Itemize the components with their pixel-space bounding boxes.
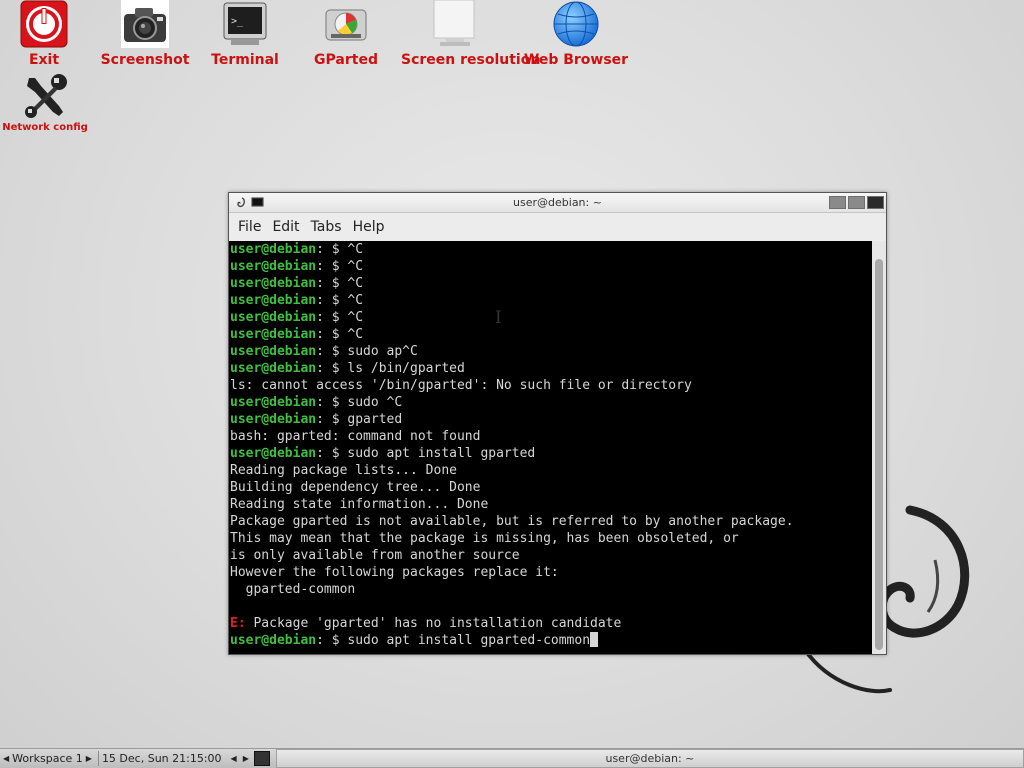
- menu-help[interactable]: Help: [348, 219, 391, 235]
- command-text: : $ sudo apt install gparted-common: [316, 633, 591, 648]
- terminal-line: bash: gparted: command not found: [230, 429, 481, 444]
- prompt-user: user@debian: [230, 412, 317, 427]
- prompt-user: user@debian: [230, 361, 317, 376]
- menu-file[interactable]: File: [233, 219, 267, 235]
- terminal-line: This may mean that the package is missin…: [230, 531, 739, 546]
- desktop-icon-network-config[interactable]: Network config: [0, 72, 100, 133]
- desktop-icon-terminal[interactable]: >_ Terminal: [190, 0, 300, 68]
- terminal-line: user@debian: $ ^C: [230, 258, 872, 275]
- minimize-button[interactable]: [829, 196, 846, 209]
- desktop-icon-exit[interactable]: Exit: [0, 0, 99, 68]
- terminal-line: user@debian: $ ^C: [230, 309, 872, 326]
- camera-icon: [121, 0, 169, 48]
- desktop-icon-label: Screen resolution: [401, 52, 541, 68]
- prompt-user: user@debian: [230, 259, 317, 274]
- menu-tabs[interactable]: Tabs: [306, 219, 348, 235]
- command-text: : $ ^C: [316, 310, 364, 325]
- maximize-button[interactable]: [848, 196, 865, 209]
- prompt-user: user@debian: [230, 276, 317, 291]
- terminal-line: Package gparted is not available, but is…: [230, 514, 794, 529]
- desktop-icon-label: Screenshot: [100, 52, 190, 68]
- clock[interactable]: 15 Dec, Sun 21:15:00: [102, 752, 222, 765]
- workspace-prev-arrow-icon[interactable]: ◀: [0, 754, 12, 763]
- prompt-user: user@debian: [230, 344, 317, 359]
- command-text: : $ ^C: [316, 293, 364, 308]
- terminal-output[interactable]: user@debian: $ ^C user@debian: $ ^C user@d…: [229, 241, 872, 654]
- desktop-icon-label: Network config: [2, 122, 88, 133]
- desktop-icon-label: Terminal: [211, 52, 279, 68]
- desktop-icon-label: GParted: [314, 52, 378, 68]
- command-text: : $ ^C: [316, 276, 364, 291]
- menu-bar: File Edit Tabs Help: [229, 213, 886, 242]
- prompt-user: user@debian: [230, 633, 317, 648]
- prompt-user: user@debian: [230, 293, 317, 308]
- terminal-line: gparted-common: [230, 582, 356, 597]
- prompt-user: user@debian: [230, 242, 317, 257]
- terminal-line: user@debian: $ ^C: [230, 292, 872, 309]
- terminal-line: user@debian: $ gparted: [230, 411, 872, 428]
- clock-prev-arrow-icon[interactable]: ◀: [228, 754, 240, 763]
- prompt-user: user@debian: [230, 446, 317, 461]
- menu-edit[interactable]: Edit: [267, 219, 305, 235]
- terminal-line: Reading state information... Done: [230, 497, 489, 512]
- desktop-icon-screenshot[interactable]: Screenshot: [90, 0, 200, 68]
- command-text: : $ ^C: [316, 259, 364, 274]
- terminal-line: user@debian: $ ls /bin/gparted: [230, 360, 872, 377]
- terminal-line: user@debian: $ sudo ap^C: [230, 343, 872, 360]
- command-text: : $ sudo ap^C: [316, 344, 418, 359]
- desktop-icon-label: Exit: [28, 52, 60, 68]
- prompt-user: user@debian: [230, 310, 317, 325]
- window-titlebar[interactable]: user@debian: ~: [229, 193, 886, 213]
- terminal-line: ls: cannot access '/bin/gparted': No suc…: [230, 378, 692, 393]
- monitor-icon: [432, 0, 480, 48]
- terminal-window[interactable]: user@debian: ~ File Edit Tabs Help user@…: [228, 192, 887, 655]
- taskbar-separator: [97, 751, 99, 766]
- prompt-user: user@debian: [230, 327, 317, 342]
- terminal-line: user@debian: $ ^C: [230, 326, 872, 343]
- desktop-icon-label: Web Browser: [523, 52, 629, 68]
- terminal-line: user@debian: $ sudo ^C: [230, 394, 872, 411]
- command-text: : $ ^C: [316, 242, 364, 257]
- desktop-icon-gparted[interactable]: GParted: [291, 0, 401, 68]
- terminal-line: is only available from another source: [230, 548, 520, 563]
- terminal-line: However the following packages replace i…: [230, 565, 559, 580]
- window-title: user@debian: ~: [513, 196, 602, 209]
- taskbar-terminal-icon[interactable]: [253, 751, 270, 766]
- terminal-scrollbar[interactable]: [872, 241, 886, 654]
- desktop-icon-screen-resolution[interactable]: Screen resolution: [401, 0, 541, 68]
- terminal-line: user@debian: $ sudo apt install gparted-…: [230, 632, 872, 649]
- error-text: Package 'gparted' has no installation ca…: [245, 616, 622, 631]
- workspace-next-arrow-icon[interactable]: ▶: [83, 754, 95, 763]
- terminal-line: user@debian: $ ^C: [230, 241, 872, 258]
- command-text: : $ ls /bin/gparted: [316, 361, 465, 376]
- desktop-icon-web-browser[interactable]: Web Browser: [521, 0, 631, 68]
- scrollbar-thumb[interactable]: [875, 259, 883, 650]
- terminal-line: Reading package lists... Done: [230, 463, 457, 478]
- error-prefix: E:: [230, 616, 246, 631]
- tools-icon: [21, 72, 69, 120]
- terminal-line: user@debian: $ ^C: [230, 275, 872, 292]
- disk-icon: [322, 0, 370, 48]
- close-button[interactable]: [867, 196, 884, 209]
- prompt-user: user@debian: [230, 395, 317, 410]
- command-text: : $ ^C: [316, 327, 364, 342]
- terminal-icon: >_: [221, 0, 269, 48]
- globe-icon: [552, 0, 600, 48]
- workspace-label[interactable]: Workspace 1: [12, 752, 83, 765]
- command-text: : $ sudo ^C: [316, 395, 403, 410]
- terminal-line: E: Package 'gparted' has no installation…: [230, 615, 872, 632]
- text-cursor-icon: I: [495, 308, 502, 328]
- taskbar-task-terminal[interactable]: user@debian: ~: [275, 749, 1024, 768]
- clock-next-arrow-icon[interactable]: ▶: [240, 754, 252, 763]
- terminal-line: Building dependency tree... Done: [230, 480, 481, 495]
- terminal-line: user@debian: $ sudo apt install gparted: [230, 445, 872, 462]
- power-icon: [20, 0, 68, 48]
- command-text: : $ sudo apt install gparted: [316, 446, 536, 461]
- command-text: : $ gparted: [316, 412, 403, 427]
- taskbar: ◀ Workspace 1 ▶ 15 Dec, Sun 21:15:00 ◀ ▶…: [0, 748, 1024, 768]
- svg-text:>_: >_: [231, 16, 244, 27]
- terminal-cursor: [590, 632, 599, 647]
